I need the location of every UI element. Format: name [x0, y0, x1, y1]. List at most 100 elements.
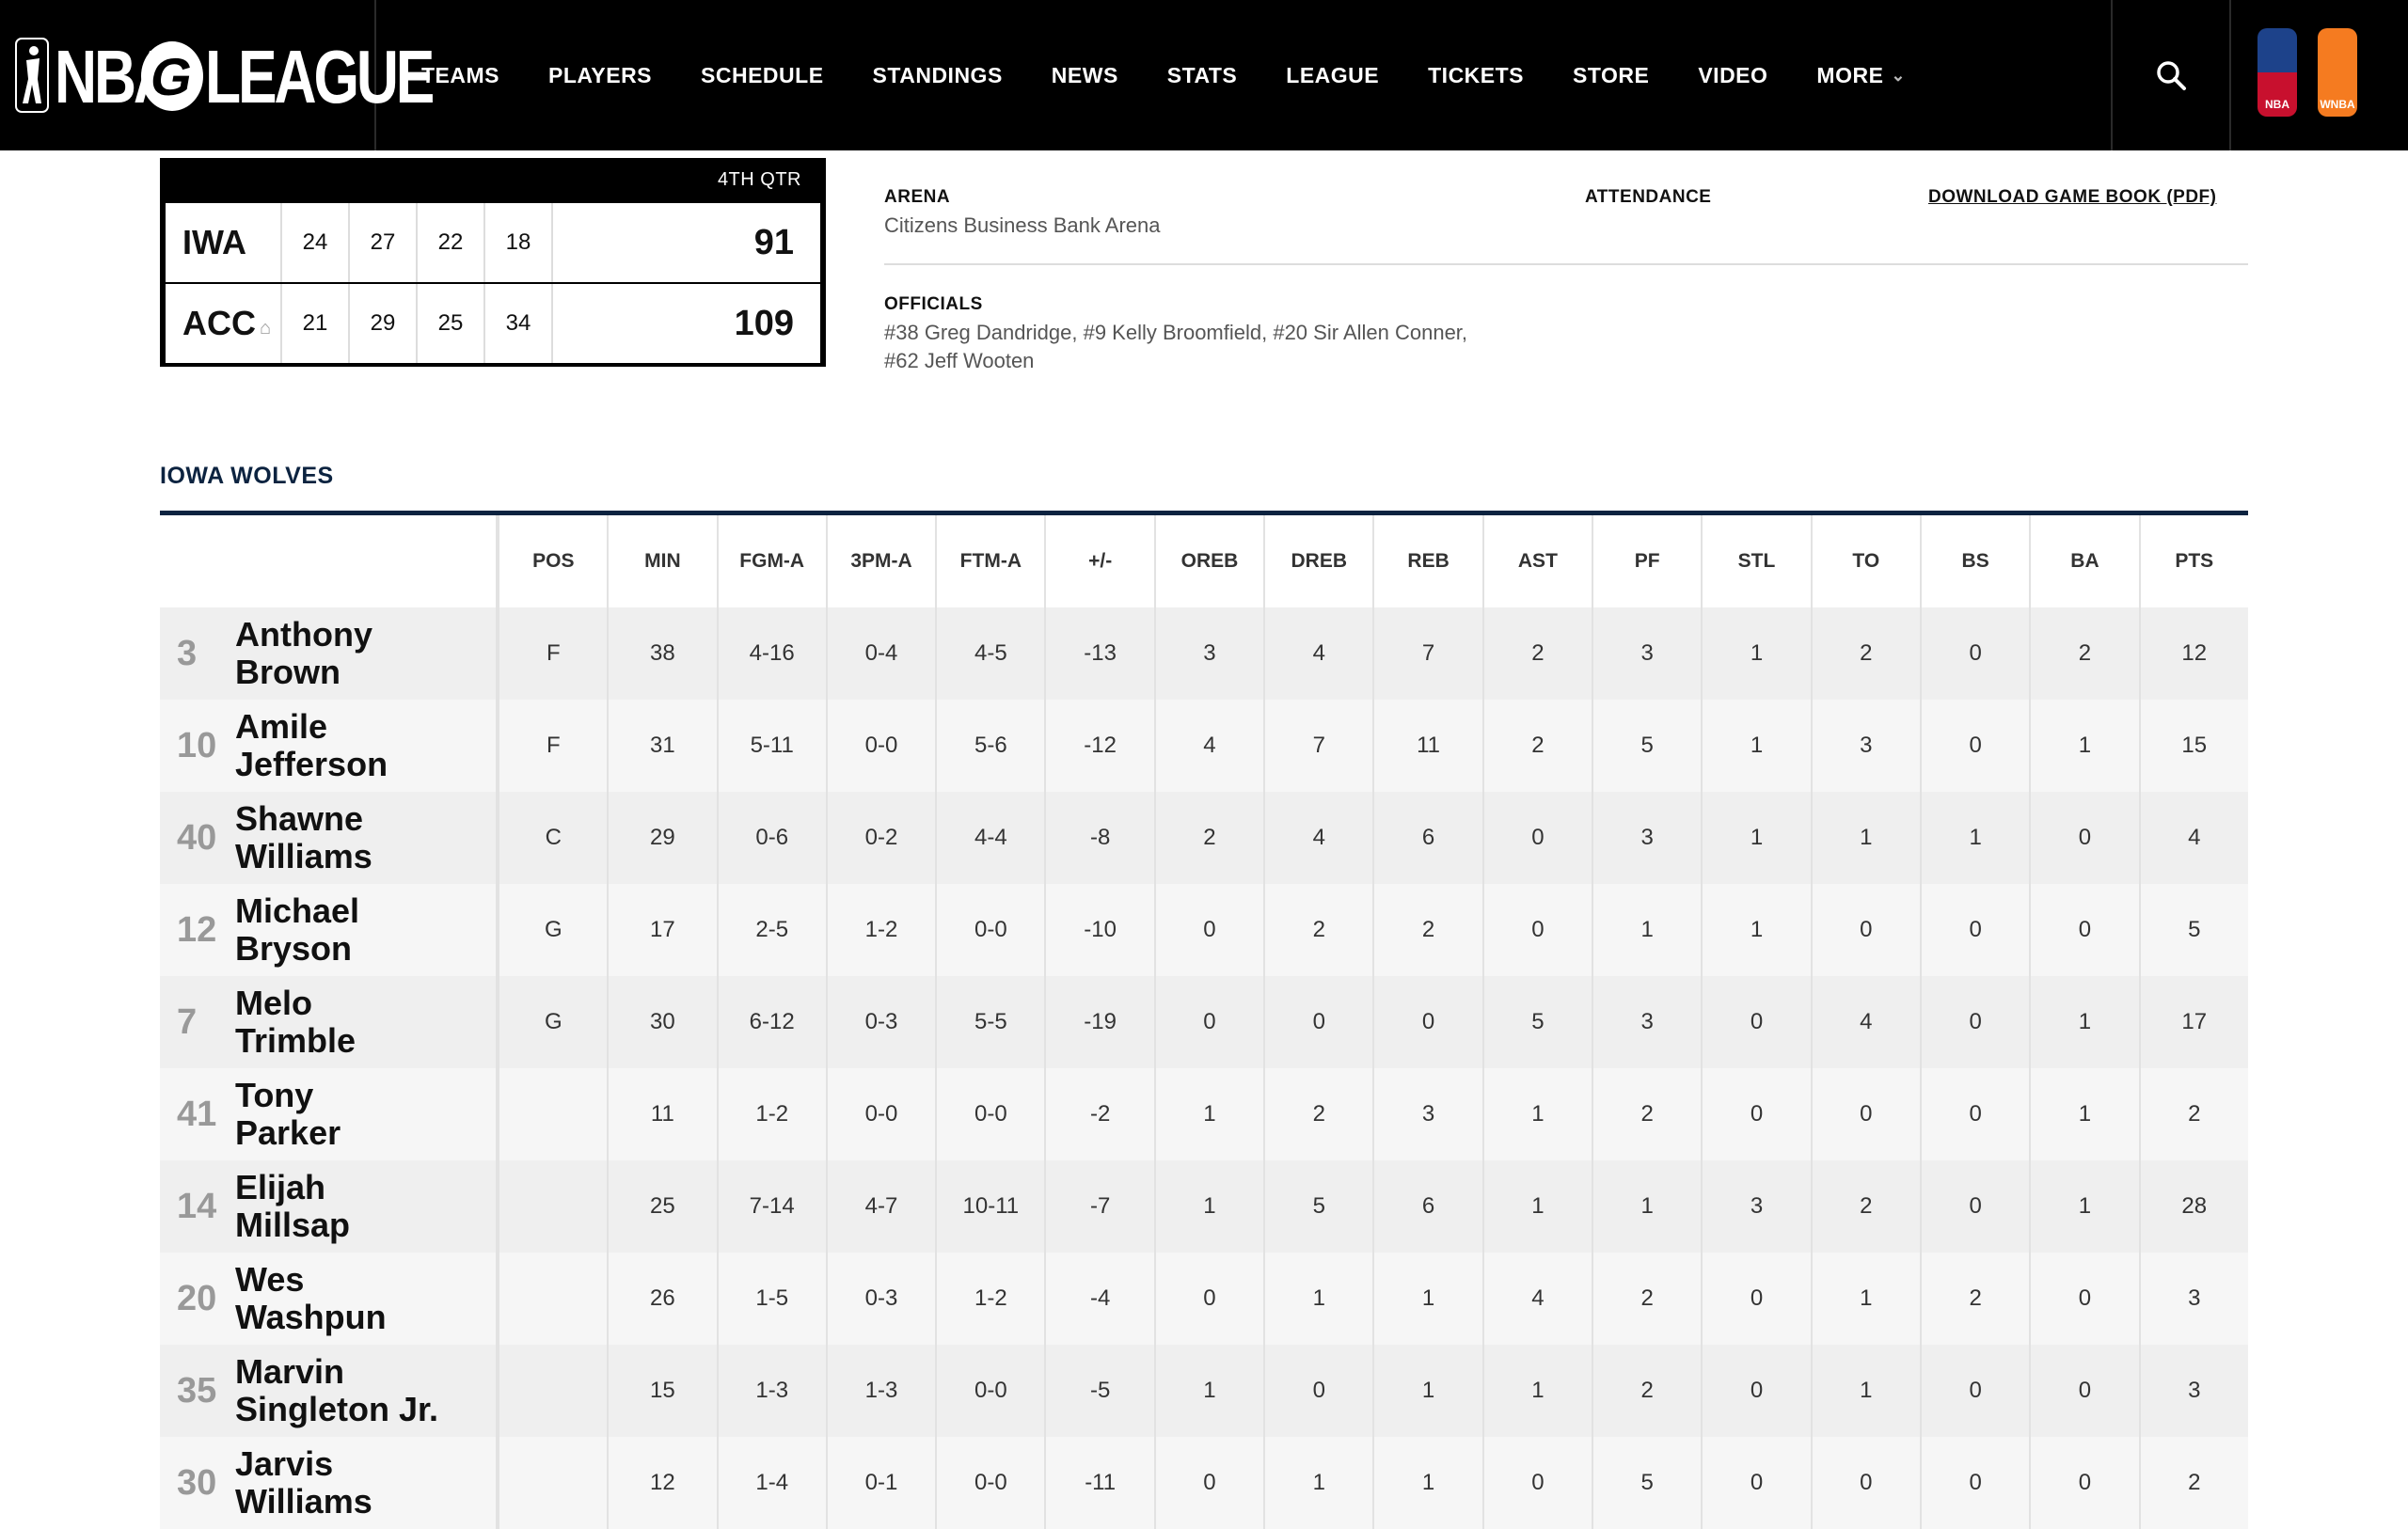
- column-header-stl[interactable]: STL: [1701, 515, 1810, 607]
- stat-cell-ba: 1: [2029, 1068, 2138, 1160]
- nav-teams[interactable]: TEAMS: [421, 63, 499, 88]
- player-cell[interactable]: 30 Jarvis Williams: [160, 1437, 499, 1529]
- stat-cell-pos: G: [498, 976, 607, 1068]
- player-cell[interactable]: 35 Marvin Singleton Jr.: [160, 1345, 499, 1437]
- stat-cell-stl: 0: [1701, 1345, 1810, 1437]
- player-cell[interactable]: 41 Tony Parker: [160, 1068, 499, 1160]
- stat-cell-pos: F: [498, 607, 607, 700]
- nav-league[interactable]: LEAGUE: [1286, 63, 1379, 88]
- stat-cell-to: 1: [1810, 1253, 1920, 1345]
- nav-news[interactable]: NEWS: [1052, 63, 1118, 88]
- stat-cell-ast: 1: [1481, 1345, 1592, 1437]
- player-first-name: Tony: [235, 1076, 314, 1114]
- stat-cell-ftm-a: 5-5: [935, 976, 1044, 1068]
- stat-cell-ast: 5: [1481, 976, 1592, 1068]
- column-header-pts[interactable]: PTS: [2138, 515, 2248, 607]
- table-body: 3 Anthony Brown F 38 4-16 0-4 4-5 -13 3 4 7 2 3 1 2 0 2 12…: [160, 607, 2248, 1529]
- nav-video[interactable]: VIDEO: [1698, 63, 1767, 88]
- column-header-ba[interactable]: BA: [2029, 515, 2138, 607]
- stat-cell-to: 1: [1810, 792, 1920, 884]
- player-name[interactable]: Marvin Singleton Jr.: [235, 1353, 438, 1428]
- column-header-pf[interactable]: PF: [1592, 515, 1701, 607]
- column-header-reb[interactable]: REB: [1372, 515, 1481, 607]
- column-header-ftm-a[interactable]: FTM-A: [935, 515, 1044, 607]
- stat-cell-pf: 2: [1592, 1345, 1701, 1437]
- column-header-ast[interactable]: AST: [1481, 515, 1592, 607]
- player-name[interactable]: Melo Trimble: [235, 985, 356, 1060]
- nav-tickets[interactable]: TICKETS: [1428, 63, 1524, 88]
- stat-cell-to: 0: [1810, 1068, 1920, 1160]
- player-cell[interactable]: 7 Melo Trimble: [160, 976, 499, 1068]
- nav-schedule[interactable]: SCHEDULE: [701, 63, 824, 88]
- nav-store[interactable]: STORE: [1573, 63, 1649, 88]
- nba-brand-logo[interactable]: NBA: [2258, 28, 2297, 117]
- nav-standings[interactable]: STANDINGS: [873, 63, 1003, 88]
- player-name[interactable]: Amile Jefferson: [235, 708, 388, 783]
- player-first-name: Wes: [235, 1260, 305, 1299]
- nav-stats[interactable]: STATS: [1167, 63, 1237, 88]
- column-header-3pm-a[interactable]: 3PM-A: [825, 515, 935, 607]
- column-header-bs[interactable]: BS: [1919, 515, 2029, 607]
- stat-cell-ba: 0: [2029, 1253, 2138, 1345]
- player-last-name: Millsap: [235, 1206, 351, 1244]
- table-row: 41 Tony Parker 11 1-2 0-0 0-0 -2 1 2 3 1 2 0 0 0 1 2: [160, 1068, 2248, 1160]
- player-cell[interactable]: 12 Michael Bryson: [160, 884, 499, 976]
- stat-cell-stl: 1: [1701, 792, 1810, 884]
- stat-cell-dreb: 7: [1263, 700, 1372, 792]
- player-cell[interactable]: 14 Elijah Millsap: [160, 1160, 499, 1253]
- stat-cell-stl: 1: [1701, 700, 1810, 792]
- stat-cell-ba: 0: [2029, 1345, 2138, 1437]
- team-abbr[interactable]: IWA: [166, 203, 282, 282]
- player-name[interactable]: Shawne Williams: [235, 800, 372, 875]
- jersey-number: 7: [177, 1001, 198, 1042]
- column-header-fgm-a[interactable]: FGM-A: [716, 515, 826, 607]
- player-cell[interactable]: 20 Wes Washpun: [160, 1253, 499, 1345]
- stat-cell-ftm-a: 10-11: [935, 1160, 1044, 1253]
- player-last-name: Washpun: [235, 1298, 387, 1336]
- download-game-book-link[interactable]: DOWNLOAD GAME BOOK (PDF): [1928, 187, 2216, 208]
- column-header-pos[interactable]: POS: [498, 515, 607, 607]
- stat-cell-pts: 5: [2138, 884, 2248, 976]
- player-cell[interactable]: 10 Amile Jefferson: [160, 700, 499, 792]
- stat-cell-3pm-a: 0-0: [825, 700, 935, 792]
- column-header-min[interactable]: MIN: [607, 515, 716, 607]
- player-cell[interactable]: 40 Shawne Williams: [160, 792, 499, 884]
- table-header: POS MIN FGM-A 3PM-A FTM-A +/- OREB DREB …: [160, 515, 2248, 607]
- nav-players[interactable]: PLAYERS: [548, 63, 652, 88]
- column-header-dreb[interactable]: DREB: [1263, 515, 1372, 607]
- chevron-down-icon: ⌄: [1891, 65, 1907, 85]
- jersey-number: 14: [177, 1186, 217, 1226]
- player-name[interactable]: Michael Bryson: [235, 892, 359, 968]
- wnba-brand-logo[interactable]: WNBA: [2318, 28, 2357, 117]
- stat-cell-ftm-a: 4-4: [935, 792, 1044, 884]
- stat-cell-ast: 4: [1481, 1253, 1592, 1345]
- nav-more[interactable]: MORE ⌄: [1816, 63, 1906, 88]
- player-name[interactable]: Anthony Brown: [235, 616, 372, 691]
- column-header-to[interactable]: TO: [1810, 515, 1920, 607]
- stat-cell-pf: 3: [1592, 607, 1701, 700]
- player-name[interactable]: Jarvis Williams: [235, 1445, 372, 1521]
- player-cell[interactable]: 3 Anthony Brown: [160, 607, 499, 700]
- player-name[interactable]: Elijah Millsap: [235, 1169, 350, 1244]
- column-header-plus-minus[interactable]: +/-: [1044, 515, 1153, 607]
- column-header-oreb[interactable]: OREB: [1153, 515, 1263, 607]
- nba-g-league-logo[interactable]: NBA G LEAGUE: [0, 0, 435, 150]
- search-button[interactable]: [2111, 0, 2231, 150]
- stat-cell-min: 11: [607, 1068, 716, 1160]
- stat-cell-ftm-a: 1-2: [935, 1253, 1044, 1345]
- logo-g-mark: G: [141, 41, 203, 111]
- stat-cell-ba: 0: [2029, 1437, 2138, 1529]
- player-name[interactable]: Tony Parker: [235, 1077, 341, 1152]
- nav-menu: TEAMS PLAYERS SCHEDULE STANDINGS NEWS ST…: [421, 0, 1955, 150]
- stat-cell-: -4: [1044, 1253, 1153, 1345]
- stat-cell-fgm-a: 7-14: [716, 1160, 826, 1253]
- stat-cell-reb: 1: [1372, 1437, 1481, 1529]
- stat-cell-stl: 0: [1701, 1068, 1810, 1160]
- team-abbr[interactable]: ACC ⌂: [166, 284, 282, 363]
- stat-cell-pf: 3: [1592, 792, 1701, 884]
- player-name[interactable]: Wes Washpun: [235, 1261, 387, 1336]
- stat-cell-stl: 1: [1701, 884, 1810, 976]
- stat-cell-ba: 0: [2029, 884, 2138, 976]
- stat-cell-pf: 3: [1592, 976, 1701, 1068]
- jersey-number: 40: [177, 817, 217, 858]
